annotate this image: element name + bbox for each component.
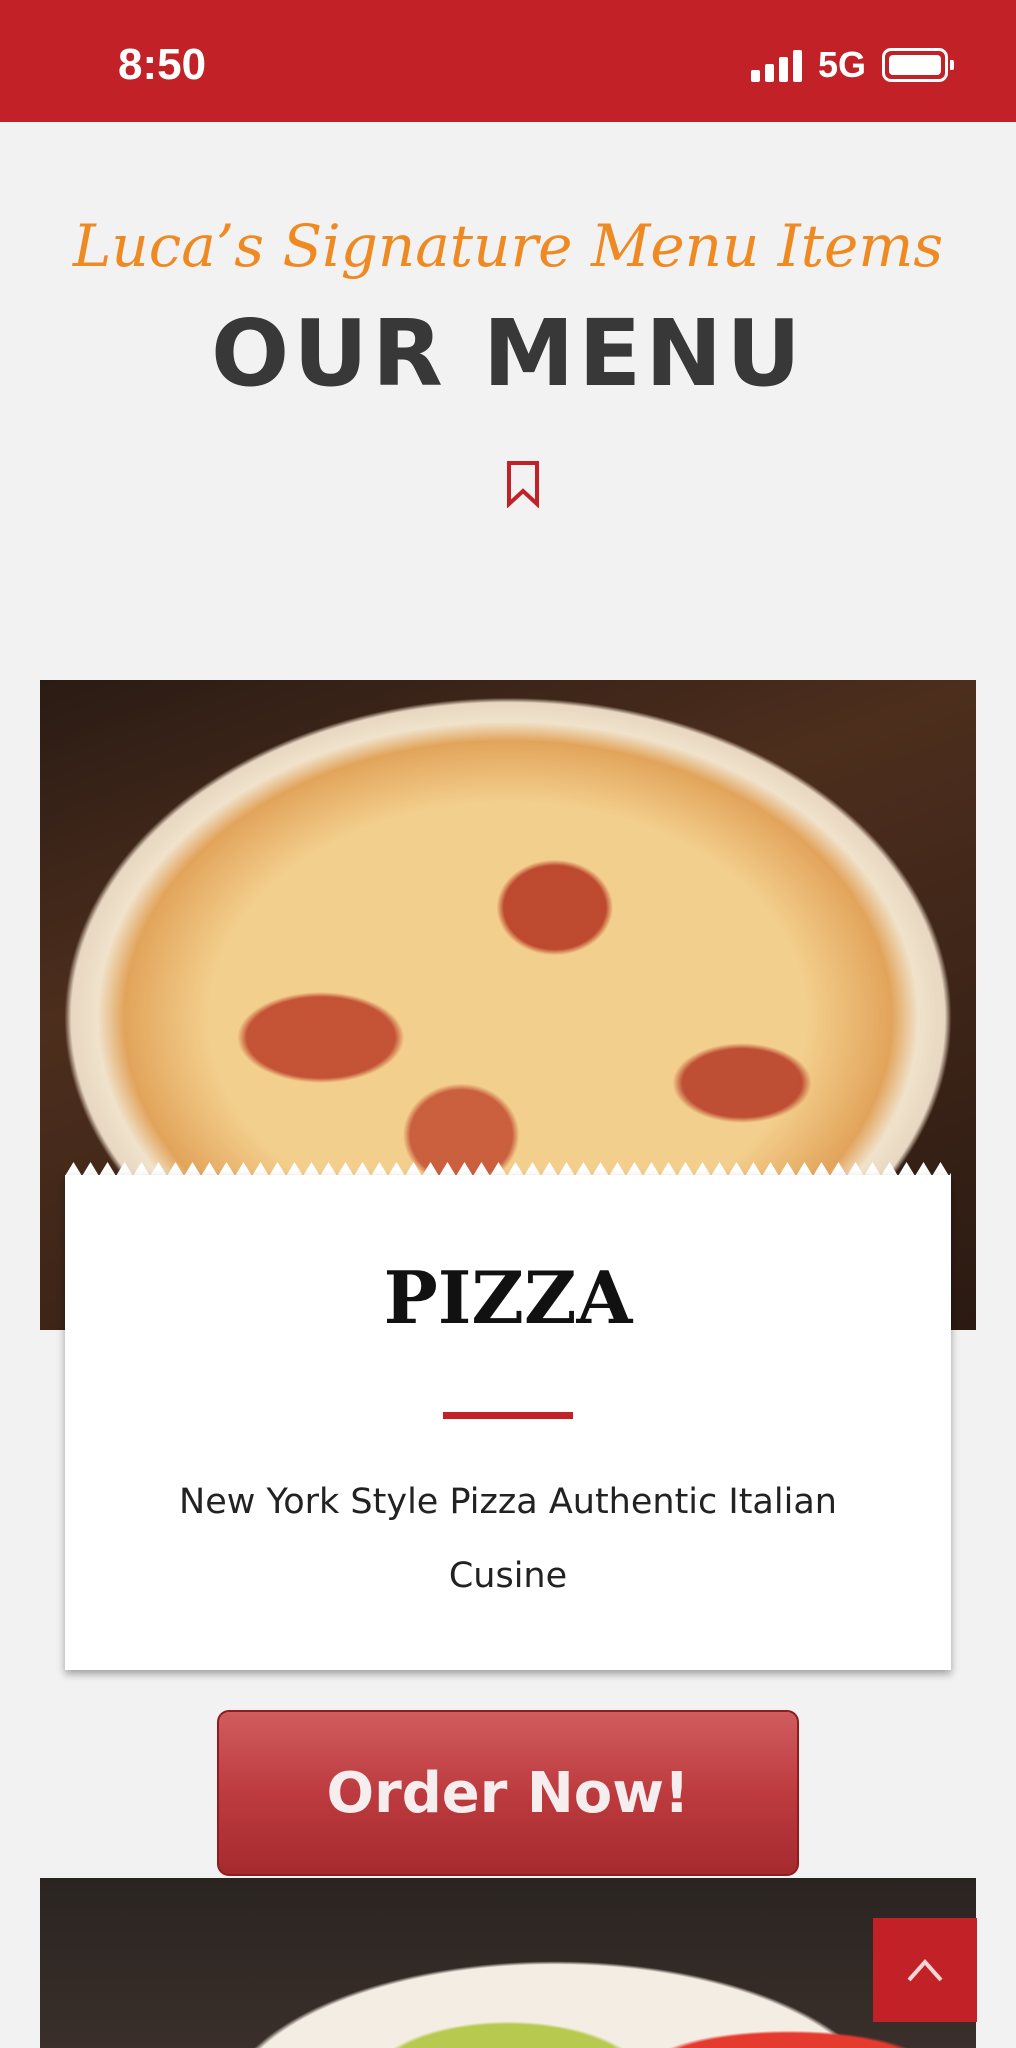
section-heading: OUR MENU <box>211 300 805 407</box>
cellular-signal-icon <box>750 48 802 82</box>
menu-item-description: New York Style Pizza Authentic Italian C… <box>179 1482 837 1596</box>
status-icons: 5G <box>750 44 954 86</box>
back-to-top-button[interactable] <box>873 1918 977 2022</box>
status-bar: 8:50 5G <box>0 0 1016 122</box>
card-zigzag-edge <box>65 1162 951 1176</box>
status-time: 8:50 <box>118 40 207 89</box>
title-divider <box>443 1412 573 1419</box>
battery-icon <box>882 48 954 82</box>
menu-item-title: PIZZA <box>383 1255 633 1340</box>
order-now-button[interactable]: Order Now! <box>217 1710 799 1876</box>
salad-photo <box>40 1878 976 2048</box>
section-subtitle: Luca’s Signature Menu Items <box>72 212 944 280</box>
network-type: 5G <box>817 44 866 85</box>
bookmark-icon <box>507 461 539 508</box>
menu-card: PIZZA New York Style Pizza Authentic Ita… <box>65 1175 951 1670</box>
chevron-up-icon <box>907 1958 943 1982</box>
